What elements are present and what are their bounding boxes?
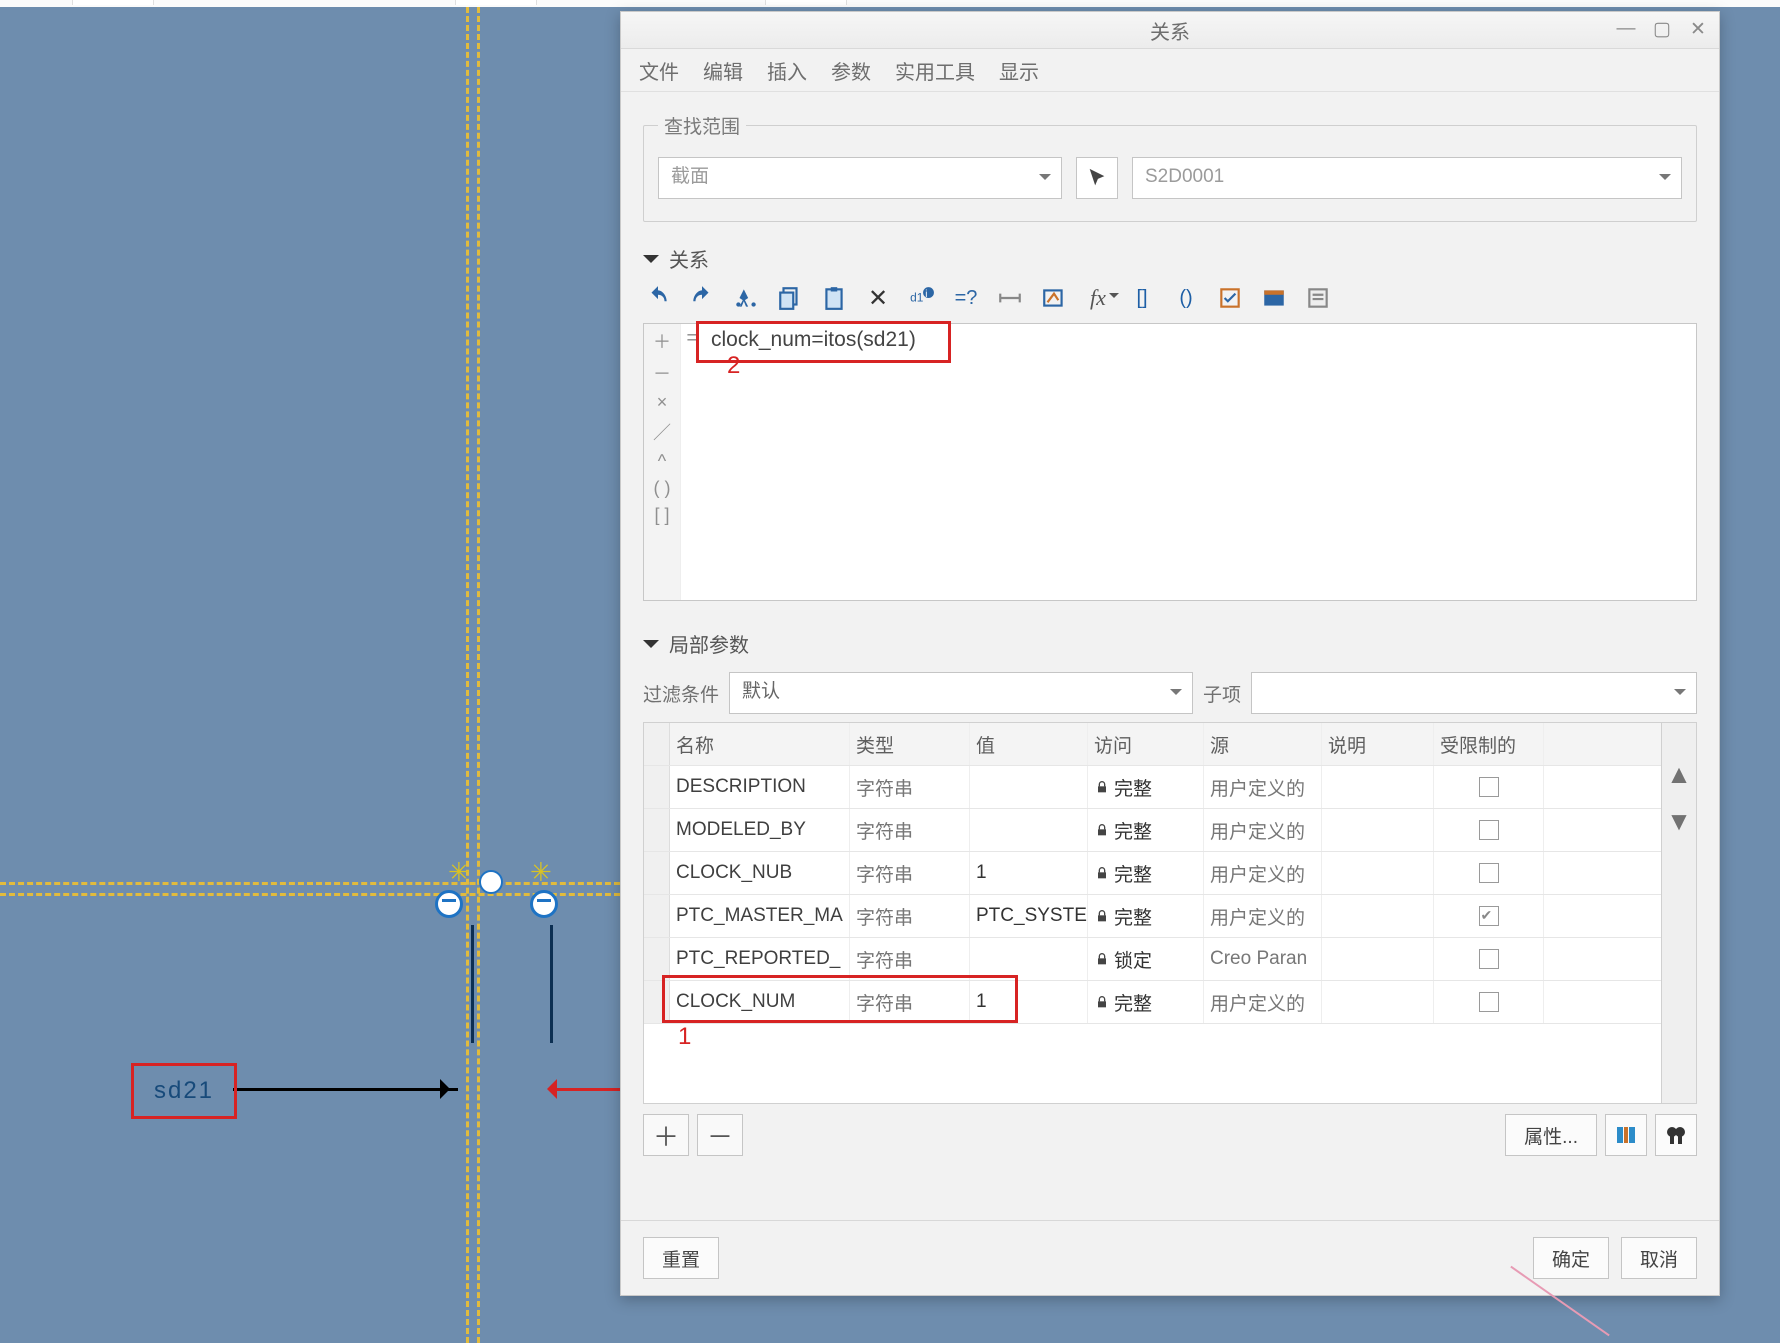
op-div[interactable]: ／ — [653, 419, 671, 445]
dimension-arrow — [233, 1088, 458, 1091]
table-icon[interactable] — [1259, 283, 1289, 313]
code-area[interactable]: clock_num=itos(sd21) 2 — [703, 324, 1696, 600]
witness-line — [550, 925, 553, 1043]
op-pow[interactable]: ^ — [658, 451, 666, 472]
dimension-handle[interactable] — [530, 890, 558, 918]
dimension-label[interactable]: sd21 — [131, 1063, 237, 1119]
move-up-button[interactable]: ▲ — [1666, 759, 1692, 790]
close-button[interactable]: ✕ — [1685, 16, 1711, 42]
local-actions-row: ＋ － 属性... — [643, 1114, 1697, 1156]
properties-button[interactable]: 属性... — [1505, 1114, 1597, 1156]
delete-icon[interactable]: ✕ — [863, 283, 893, 313]
menu-display[interactable]: 显示 — [999, 56, 1039, 85]
relations-section-header[interactable]: 关系 — [643, 238, 1697, 281]
find-icon[interactable] — [1655, 1114, 1697, 1156]
verify-icon[interactable] — [1215, 283, 1245, 313]
table-row[interactable]: PTC_MASTER_MA字符串PTC_SYSTE完整用户定义的 — [644, 895, 1661, 938]
paste-icon[interactable] — [819, 283, 849, 313]
filter-combo[interactable]: 默认 — [729, 672, 1193, 714]
app-ribbon — [0, 0, 1780, 7]
highlight-box-row — [662, 975, 1018, 1023]
collapse-icon — [643, 640, 659, 656]
dialog-titlebar[interactable]: 关系 — ▢ ✕ — [621, 12, 1719, 49]
columns-icon[interactable] — [1605, 1114, 1647, 1156]
scope-type-combo[interactable]: 截面 — [658, 157, 1062, 199]
axis-v — [466, 7, 469, 1343]
op-minus[interactable]: － — [653, 360, 671, 386]
collapse-icon — [643, 255, 659, 271]
svg-text:d1: d1 — [910, 290, 924, 304]
dimension-handle[interactable] — [435, 890, 463, 918]
constraint-icon: ✳ — [448, 862, 468, 882]
op-plus[interactable]: ＋ — [653, 328, 671, 354]
remove-param-button[interactable]: － — [697, 1114, 743, 1156]
operator-gutter: ＋ － × ／ ^ ( ) [ ] — [644, 324, 681, 600]
minimize-button[interactable]: — — [1613, 16, 1639, 42]
viewport: ✳ ✳ sd21 关系 — ▢ ✕ 文件 编辑 插入 参数 实用工具 显示 查找… — [0, 0, 1780, 1343]
params-table-wrap: 名称 类型 值 访问 源 说明 受限制的 DESCRIPTION字符串完整用户定… — [643, 722, 1697, 1104]
scope-fieldset: 查找范围 截面 S2D0001 — [643, 112, 1697, 222]
sketch-icon[interactable] — [1039, 283, 1069, 313]
origin-marker — [479, 870, 503, 894]
reset-button[interactable]: 重置 — [643, 1237, 719, 1279]
scope-item-combo[interactable]: S2D0001 — [1132, 157, 1682, 199]
menu-edit[interactable]: 编辑 — [703, 56, 743, 85]
dimension-arrow-right — [555, 1088, 625, 1091]
evaluate-icon[interactable]: =? — [951, 283, 981, 313]
menu-params[interactable]: 参数 — [831, 56, 871, 85]
cancel-button[interactable]: 取消 — [1621, 1237, 1697, 1279]
params-table-header: 名称 类型 值 访问 源 说明 受限制的 — [644, 723, 1661, 766]
ok-button[interactable]: 确定 — [1533, 1237, 1609, 1279]
redo-icon[interactable] — [687, 283, 717, 313]
maximize-button[interactable]: ▢ — [1649, 16, 1675, 42]
filter-row: 过滤条件 默认 子项 — [643, 672, 1697, 714]
svg-text:i: i — [925, 289, 927, 300]
relations-toolbar: ✕ d1i =? fx — [643, 281, 1697, 323]
axis-v2 — [477, 7, 480, 1343]
equals-label: = — [681, 324, 703, 600]
function-icon[interactable]: fx — [1083, 283, 1113, 313]
op-mul[interactable]: × — [657, 392, 668, 413]
move-down-button[interactable]: ▼ — [1666, 806, 1692, 837]
brackets-icon[interactable] — [1127, 283, 1157, 313]
note-icon[interactable] — [1303, 283, 1333, 313]
reorder-arrows: ▲ ▼ — [1661, 723, 1696, 1103]
menu-tools[interactable]: 实用工具 — [895, 56, 975, 85]
local-params-title: 局部参数 — [669, 629, 749, 658]
cut-icon[interactable] — [731, 283, 761, 313]
relations-section-title: 关系 — [669, 244, 709, 273]
table-row[interactable]: MODELED_BY字符串完整用户定义的 — [644, 809, 1661, 852]
subitem-label: 子项 — [1203, 680, 1241, 707]
copy-icon[interactable] — [775, 283, 805, 313]
axis-h2 — [0, 893, 620, 896]
dialog-menubar: 文件 编辑 插入 参数 实用工具 显示 — [621, 49, 1719, 92]
highlight-box — [696, 321, 951, 363]
add-param-button[interactable]: ＋ — [643, 1114, 689, 1156]
menu-insert[interactable]: 插入 — [767, 56, 807, 85]
dimension-icon[interactable] — [995, 283, 1025, 313]
cursor-icon — [1086, 167, 1108, 189]
constraint-icon: ✳ — [530, 862, 550, 882]
table-row[interactable]: DESCRIPTION字符串完整用户定义的 — [644, 766, 1661, 809]
relations-dialog: 关系 — ▢ ✕ 文件 编辑 插入 参数 实用工具 显示 查找范围 截面 — [620, 11, 1720, 1296]
menu-file[interactable]: 文件 — [639, 56, 679, 85]
axis-h — [0, 882, 620, 885]
witness-line — [471, 925, 474, 1043]
units-icon[interactable]: d1i — [907, 283, 937, 313]
dialog-footer: 重置 确定 取消 — [621, 1220, 1719, 1295]
op-paren[interactable]: ( ) — [654, 478, 671, 499]
subitem-combo[interactable] — [1251, 672, 1697, 714]
annotation-1: 1 — [678, 1023, 691, 1051]
table-row[interactable]: CLOCK_NUB字符串1完整用户定义的 — [644, 852, 1661, 895]
filter-label: 过滤条件 — [643, 680, 719, 707]
undo-icon[interactable] — [643, 283, 673, 313]
dialog-title: 关系 — [1150, 16, 1190, 45]
scope-legend: 查找范围 — [658, 112, 746, 139]
pick-button[interactable] — [1076, 157, 1118, 199]
params-table[interactable]: 名称 类型 值 访问 源 说明 受限制的 DESCRIPTION字符串完整用户定… — [644, 723, 1661, 1103]
relations-editor: ＋ － × ／ ^ ( ) [ ] = clock_num=itos(sd21)… — [643, 323, 1697, 601]
parens-icon[interactable] — [1171, 283, 1201, 313]
op-brk[interactable]: [ ] — [654, 505, 669, 526]
local-params-section-header[interactable]: 局部参数 — [643, 623, 1697, 666]
